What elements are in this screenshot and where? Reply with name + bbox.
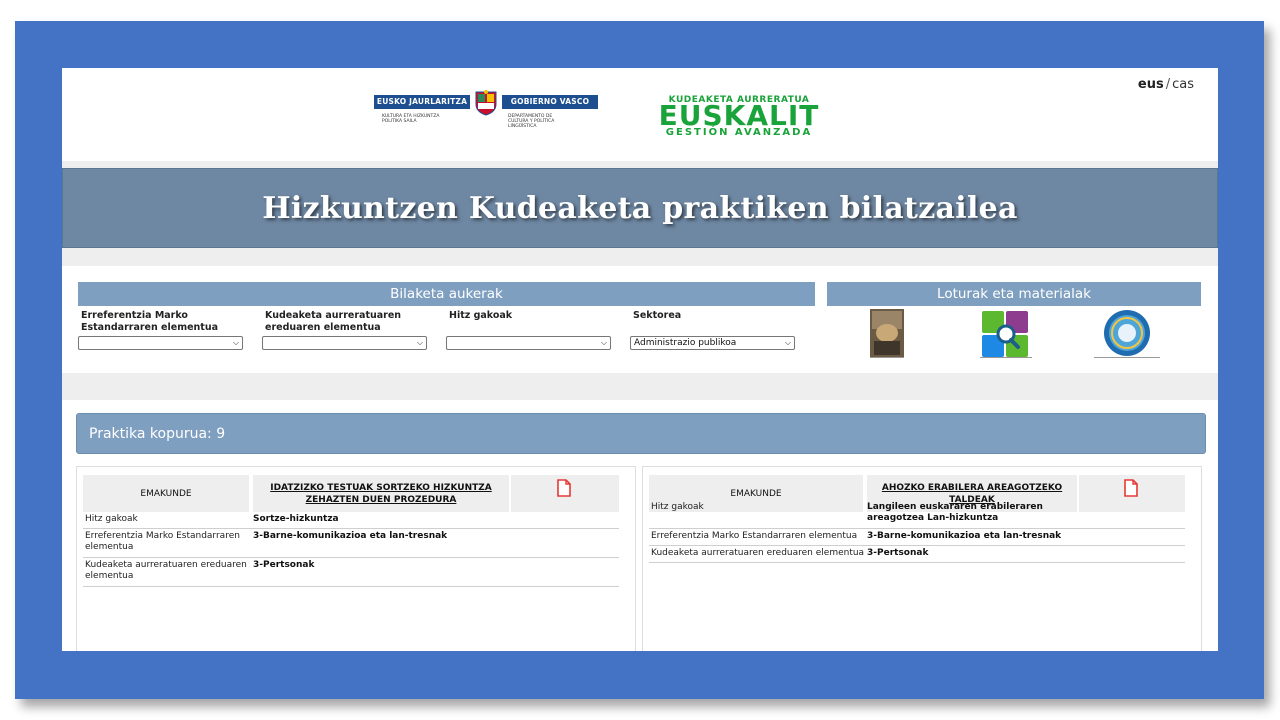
lang-eus-link[interactable]: eus: [1138, 77, 1164, 92]
card-row: Kudeaketa aurreratuaren ereduaren elemen…: [83, 559, 619, 587]
row-key: Hitz gakoak: [651, 502, 704, 512]
row-value: 3-Pertsonak: [253, 560, 315, 570]
row-value: 3-Pertsonak: [867, 548, 929, 558]
row-value: 3-Barne-komunikazioa eta lan-tresnak: [867, 531, 1062, 541]
header: eus / cas EUSKO JAURLARITZA GOBIERNO VASCO…: [62, 68, 1218, 161]
row-value: Langileen euskararen erabileraren areago…: [867, 502, 1043, 523]
keywords-select[interactable]: ⌵: [446, 336, 611, 350]
language-switcher: eus / cas: [1138, 77, 1194, 92]
practice-card: EMAKUNDE AHOZKO ERABILERA AREAGOTZEKO TA…: [642, 466, 1202, 651]
page: eus / cas EUSKO JAURLARITZA GOBIERNO VASCO…: [62, 68, 1218, 651]
row-value: Sortze-hizkuntza: [253, 514, 339, 524]
search-area: Bilaketa aukerak Erreferentzia Marko Est…: [62, 266, 1218, 373]
search-app-icon[interactable]: [980, 309, 1032, 359]
page-title: Hizkuntzen Kudeaketa praktiken bilatzail…: [262, 191, 1018, 226]
title-banner: Hizkuntzen Kudeaketa praktiken bilatzail…: [62, 168, 1218, 248]
euskalit-logo[interactable]: KUDEAKETA AURRERATUA EUSKALIT GESTIÓN AV…: [657, 95, 821, 138]
advanced-model-select[interactable]: ⌵: [262, 336, 427, 350]
card-row: Hitz gakoak Langileen euskararen erabile…: [649, 501, 1185, 529]
row-key: Erreferentzia Marko Estandarraren elemen…: [85, 531, 240, 552]
card-row: Erreferentzia Marko Estandarraren elemen…: [649, 530, 1185, 546]
filter-label: Kudeaketa aurreratuaren ereduaren elemen…: [265, 310, 402, 333]
euskalit-line2: EUSKALIT: [658, 99, 820, 132]
filter-label: Erreferentzia Marko Estandarraren elemen…: [81, 310, 219, 333]
sector-select[interactable]: Administrazio publikoa ⌵: [630, 336, 795, 350]
row-key: Hitz gakoak: [85, 514, 138, 524]
filter-label: Sektorea: [633, 310, 682, 321]
practice-card: EMAKUNDE IDATZIZKO TESTUAK SORTZEKO HIZK…: [76, 466, 636, 651]
card-title-link[interactable]: IDATZIZKO TESTUAK SORTZEKO HIZKUNTZA ZEH…: [253, 475, 509, 512]
practice-count-bar: Praktika kopurua: 9: [76, 413, 1206, 454]
lang-separator: /: [1165, 77, 1171, 92]
gov-logo-left-sub: KULTURA ETA HIZKUNTZA POLITIKA SAILA: [382, 114, 440, 124]
chevron-down-icon: ⌵: [784, 338, 791, 347]
filter-keywords: Hitz gakoak ⌵: [446, 310, 612, 350]
card-row: Kudeaketa aurreratuaren ereduaren elemen…: [649, 547, 1185, 563]
pdf-icon[interactable]: [1123, 479, 1139, 497]
basque-government-logo[interactable]: EUSKO JAURLARITZA GOBIERNO VASCO KULTURA…: [374, 90, 598, 130]
reference-framework-select[interactable]: ⌵: [78, 336, 243, 350]
chevron-down-icon: ⌵: [232, 338, 239, 347]
filter-advanced-model: Kudeaketa aurreratuaren ereduaren elemen…: [262, 310, 428, 350]
pdf-icon[interactable]: [556, 479, 572, 497]
filter-label: Hitz gakoak: [449, 310, 513, 321]
chevron-down-icon: ⌵: [416, 338, 423, 347]
gray-separator-band: [62, 373, 1218, 400]
row-value: 3-Barne-komunikazioa eta lan-tresnak: [253, 531, 448, 541]
book-thumbnail[interactable]: [870, 309, 904, 359]
gov-logo-right-text: GOBIERNO VASCO: [502, 95, 598, 109]
row-key: Kudeaketa aurreratuaren ereduaren elemen…: [651, 548, 865, 558]
select-value: Administrazio publikoa: [634, 338, 737, 348]
row-key: Erreferentzia Marko Estandarraren elemen…: [651, 531, 858, 541]
card-row: Erreferentzia Marko Estandarraren elemen…: [83, 530, 619, 558]
lang-cas-link[interactable]: cas: [1172, 77, 1194, 92]
chevron-down-icon: ⌵: [600, 338, 607, 347]
euskalit-line3: GESTIÓN AVANZADA: [665, 127, 813, 138]
coat-of-arms-icon: [475, 90, 497, 116]
filter-sector: Sektorea Administrazio publikoa ⌵: [630, 310, 796, 350]
circle-seal-icon[interactable]: [1094, 309, 1160, 359]
search-options-heading: Bilaketa aukerak: [78, 282, 815, 306]
links-materials-heading: Loturak eta materialak: [827, 282, 1201, 306]
row-key: Kudeaketa aurreratuaren ereduaren elemen…: [85, 560, 247, 581]
card-pdf-cell: [511, 475, 619, 512]
card-row: Hitz gakoak Sortze-hizkuntza: [83, 513, 619, 529]
gov-logo-right-sub: DEPARTAMENTO DE CULTURA Y POLÍTICA LINGÜ…: [508, 114, 555, 129]
filter-reference-framework: Erreferentzia Marko Estandarraren elemen…: [78, 310, 244, 350]
card-organization: EMAKUNDE: [83, 475, 249, 512]
gov-logo-left-text: EUSKO JAURLARITZA: [374, 95, 470, 109]
